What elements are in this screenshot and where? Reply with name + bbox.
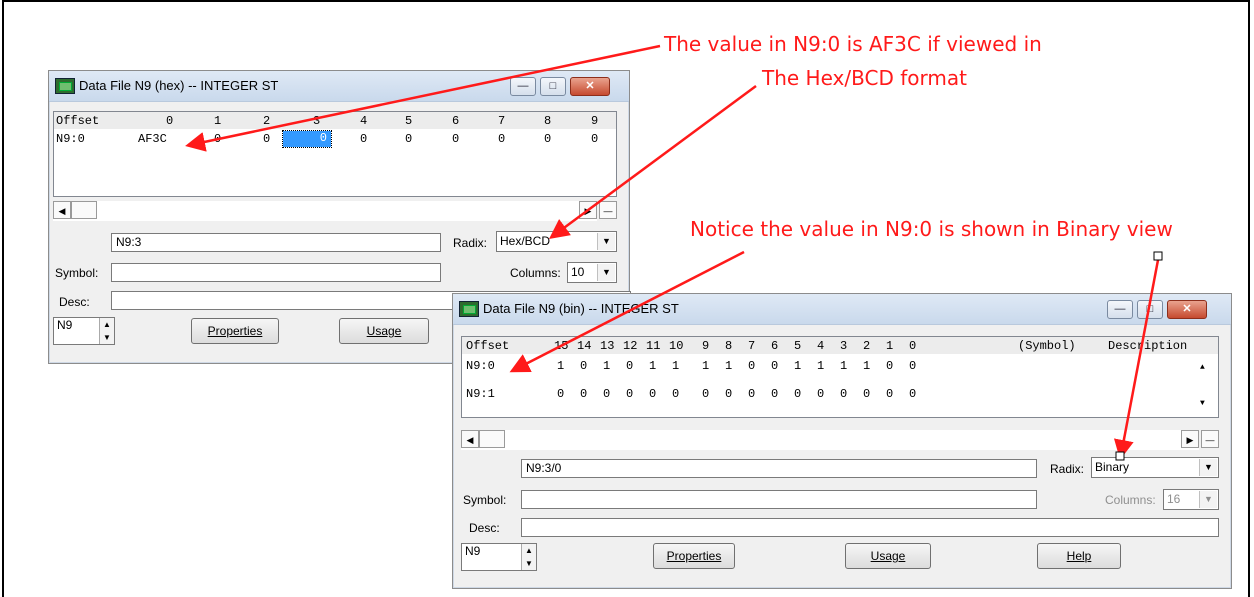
callout-handle-top: [1153, 251, 1163, 261]
callout-handle-bottom: [1115, 451, 1125, 461]
annotation-arrows: [185, 44, 1163, 461]
arrow-to-binary-row: [509, 250, 745, 373]
arrow-to-af3c: [185, 44, 661, 152]
arrow-to-binary-radix: [1113, 259, 1160, 460]
arrow-to-hex-radix: [548, 84, 757, 239]
